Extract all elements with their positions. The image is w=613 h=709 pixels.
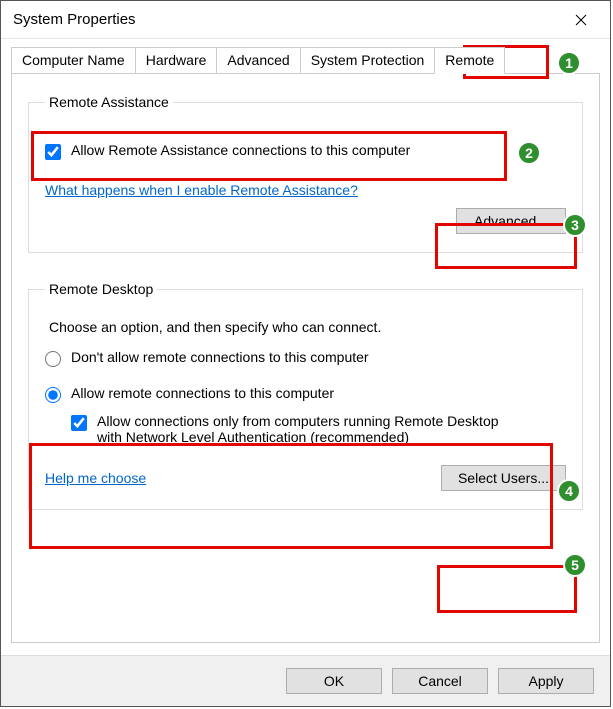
- rd-option-deny-row[interactable]: Don't allow remote connections to this c…: [45, 349, 566, 367]
- rd-nla-checkbox[interactable]: [71, 415, 87, 431]
- close-button[interactable]: [558, 4, 604, 36]
- tab-computer-name[interactable]: Computer Name: [11, 47, 136, 73]
- select-users-button[interactable]: Select Users...: [441, 465, 566, 491]
- allow-remote-assistance-label: Allow Remote Assistance connections to t…: [71, 142, 410, 158]
- remote-assistance-advanced-button[interactable]: Advanced...: [456, 208, 566, 234]
- allow-remote-assistance-row[interactable]: Allow Remote Assistance connections to t…: [45, 142, 566, 160]
- tab-body-remote: Remote Assistance Allow Remote Assistanc…: [11, 73, 600, 643]
- remote-desktop-legend: Remote Desktop: [45, 281, 157, 297]
- tab-remote[interactable]: Remote: [434, 47, 505, 74]
- ok-button[interactable]: OK: [286, 668, 382, 694]
- rd-option-allow-label: Allow remote connections to this compute…: [71, 385, 334, 401]
- tab-hardware[interactable]: Hardware: [135, 47, 218, 73]
- rd-option-allow-radio[interactable]: [45, 387, 61, 403]
- system-properties-window: System Properties Computer Name Hardware…: [0, 0, 611, 707]
- remote-desktop-group: Remote Desktop Choose an option, and the…: [28, 281, 583, 510]
- tabstrip: Computer Name Hardware Advanced System P…: [11, 47, 600, 73]
- rd-option-deny-radio[interactable]: [45, 351, 61, 367]
- tab-advanced[interactable]: Advanced: [216, 47, 300, 73]
- close-icon: [575, 14, 587, 26]
- rd-help-link[interactable]: Help me choose: [45, 470, 146, 486]
- rd-option-allow-row[interactable]: Allow remote connections to this compute…: [45, 385, 566, 403]
- titlebar: System Properties: [1, 1, 610, 39]
- window-title: System Properties: [13, 11, 558, 28]
- remote-desktop-choose-text: Choose an option, and then specify who c…: [49, 319, 566, 335]
- rd-nla-row[interactable]: Allow connections only from computers ru…: [71, 413, 566, 445]
- remote-assistance-group: Remote Assistance Allow Remote Assistanc…: [28, 94, 583, 253]
- tab-system-protection[interactable]: System Protection: [300, 47, 436, 73]
- rd-option-deny-label: Don't allow remote connections to this c…: [71, 349, 369, 365]
- remote-assistance-help-link[interactable]: What happens when I enable Remote Assist…: [45, 182, 358, 198]
- apply-button[interactable]: Apply: [498, 668, 594, 694]
- rd-nla-label: Allow connections only from computers ru…: [97, 413, 527, 445]
- remote-assistance-legend: Remote Assistance: [45, 94, 173, 110]
- dialog-footer: OK Cancel Apply: [1, 655, 610, 706]
- cancel-button[interactable]: Cancel: [392, 668, 488, 694]
- allow-remote-assistance-checkbox[interactable]: [45, 144, 61, 160]
